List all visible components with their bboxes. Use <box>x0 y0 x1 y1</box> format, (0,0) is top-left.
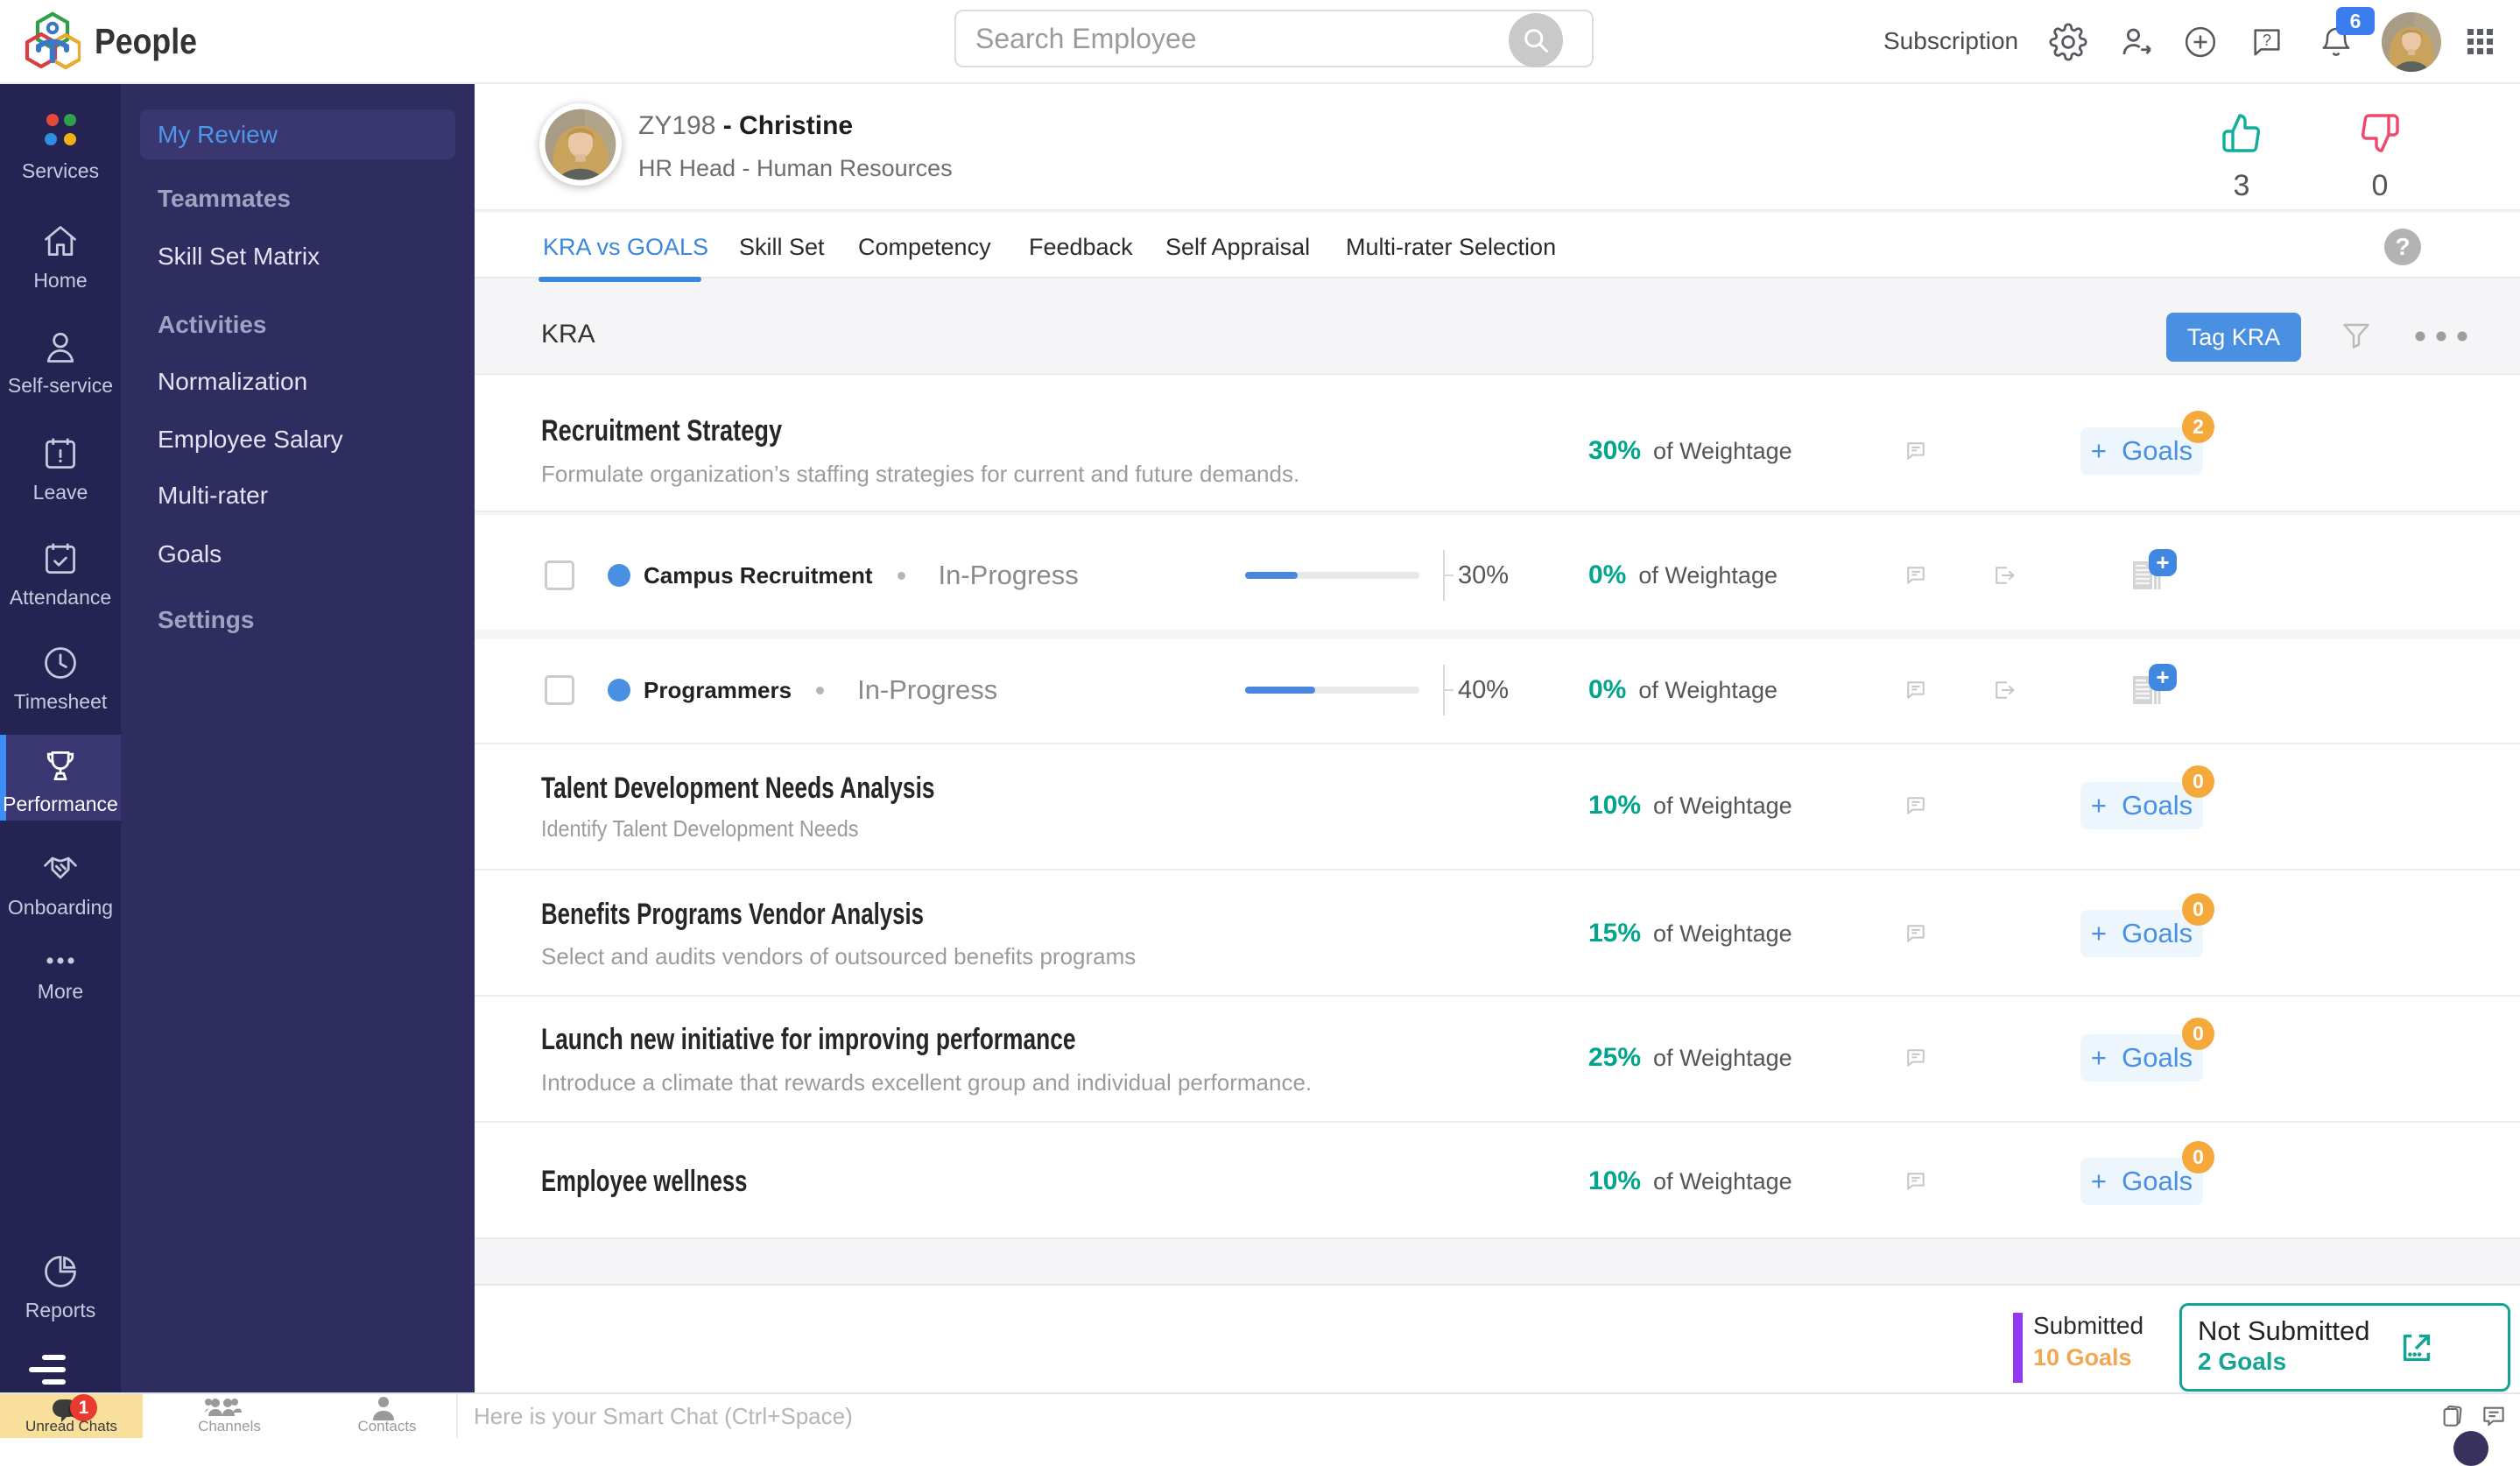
svg-text:?: ? <box>2263 31 2271 49</box>
